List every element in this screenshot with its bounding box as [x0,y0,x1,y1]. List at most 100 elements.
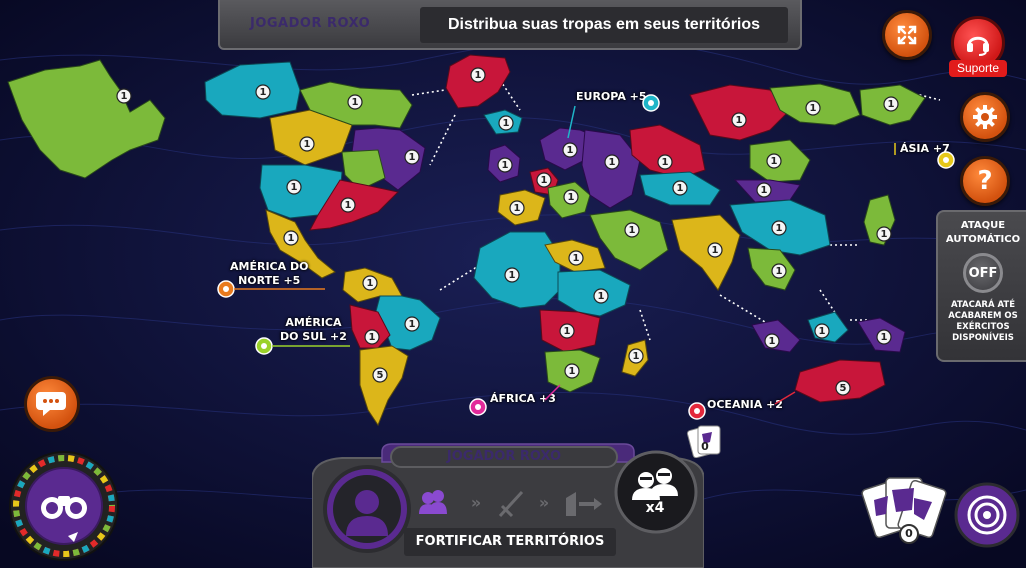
player-avatar [323,465,411,553]
troop-count: 1 [633,351,640,362]
troop-marker-ontario[interactable]: 1 [347,94,363,110]
troop-marker-ukraine[interactable]: 1 [604,154,620,170]
troop-marker-peru[interactable]: 1 [364,329,380,345]
overview-button[interactable] [6,448,122,564]
troops-button[interactable] [614,450,698,534]
troop-count: 1 [352,97,359,108]
expand-icon [897,25,917,45]
troop-count: 1 [810,103,817,114]
troop-marker-western-europe[interactable]: 1 [509,200,525,216]
troop-marker-quebec[interactable]: 1 [404,149,420,165]
troop-count: 1 [304,139,311,150]
troop-count: 1 [629,225,636,236]
continent-label-south-america: AMÉRICA DO SUL +2 [280,316,347,344]
available-troops-count: x4 [645,500,665,516]
troop-marker-great-britain[interactable]: 1 [497,157,513,173]
settings-button[interactable] [960,92,1010,142]
troop-count: 1 [514,203,521,214]
troop-marker-ural[interactable]: 1 [657,154,673,170]
phase-arrow-icon: » [539,493,549,512]
territory-india[interactable] [671,214,741,291]
territory-western-australia[interactable] [794,359,886,403]
troop-marker-alberta[interactable]: 1 [299,136,315,152]
attack-sword-icon [498,490,524,518]
territory-northwest-territory[interactable] [204,61,301,119]
troop-marker-new-guinea[interactable]: 1 [814,323,830,339]
troop-marker-iceland[interactable]: 1 [498,115,514,131]
troop-count: 1 [819,326,826,337]
fullscreen-button[interactable] [882,10,932,60]
troop-marker-greenland[interactable]: 1 [470,67,486,83]
troop-marker-western-us[interactable]: 1 [286,179,302,195]
territory-alaska[interactable] [7,59,166,179]
troop-count: 1 [288,233,295,244]
troop-marker-madagascar[interactable]: 1 [628,348,644,364]
troop-marker-eastern-us[interactable]: 1 [340,197,356,213]
troop-count: 1 [345,200,352,211]
territory-argentina[interactable] [359,345,409,427]
troop-count: 5 [840,383,847,394]
troop-count: 1 [409,152,416,163]
troop-marker-china[interactable]: 1 [771,220,787,236]
troop-marker-japan[interactable]: 1 [876,226,892,242]
troop-marker-north-africa[interactable]: 1 [504,267,520,283]
troop-count: 1 [662,157,669,168]
troop-marker-east-africa[interactable]: 1 [593,288,609,304]
troop-marker-southern-europe[interactable]: 1 [563,189,579,205]
troop-marker-egypt[interactable]: 1 [568,250,584,266]
troop-marker-india[interactable]: 1 [707,242,723,258]
current-player-name: JOGADOR ROXO [250,16,371,31]
troop-marker-middle-east[interactable]: 1 [624,222,640,238]
troop-count: 1 [569,366,576,377]
troop-marker-northwest-territory[interactable]: 1 [255,84,271,100]
troop-count: 1 [888,99,895,110]
chat-button[interactable] [24,376,80,432]
troop-marker-siberia[interactable]: 1 [731,112,747,128]
troop-count: 1 [609,157,616,168]
troop-count: 1 [564,326,571,337]
continent-label-asia: ÁSIA +7 [900,142,950,156]
troop-count: 1 [736,115,743,126]
territory-east-africa[interactable] [557,269,631,317]
deploy-troops-icon [419,490,447,514]
troop-count: 1 [503,118,510,129]
troop-marker-irkutsk[interactable]: 1 [766,153,782,169]
territory-ural[interactable] [629,124,706,179]
help-button[interactable]: ? [960,156,1010,206]
fortify-icon [566,492,602,516]
troop-marker-mongolia[interactable]: 1 [756,182,772,198]
continent-name-line1: EUROPA +5 [576,90,647,103]
troop-marker-siam[interactable]: 1 [771,263,787,279]
troop-marker-yakutsk[interactable]: 1 [805,100,821,116]
support-label[interactable]: Suporte [949,60,1007,77]
troop-count: 1 [260,87,267,98]
troop-count: 1 [771,156,778,167]
troop-marker-indonesia[interactable]: 1 [764,333,780,349]
troop-count: 1 [475,70,482,81]
troop-count: 1 [712,245,719,256]
troop-marker-eastern-australia[interactable]: 1 [876,329,892,345]
troop-count: 5 [377,370,384,381]
troop-count: 1 [567,145,574,156]
troop-marker-scandinavia[interactable]: 1 [562,142,578,158]
troop-marker-argentina[interactable]: 5 [372,367,388,383]
troop-marker-northern-europe[interactable]: 1 [536,172,552,188]
troop-marker-venezuela[interactable]: 1 [362,275,378,291]
troop-count: 1 [409,319,416,330]
troop-marker-central-america[interactable]: 1 [283,230,299,246]
troop-marker-brazil[interactable]: 1 [404,316,420,332]
troop-marker-afghanistan[interactable]: 1 [672,180,688,196]
troop-marker-south-africa[interactable]: 1 [564,363,580,379]
territory-siam[interactable] [747,247,796,291]
objective-button[interactable] [954,482,1020,548]
troop-marker-western-australia[interactable]: 5 [835,380,851,396]
continent-name-line1: AMÉRICA DO [230,260,309,273]
troop-count: 1 [881,332,888,343]
troop-marker-kamchatka[interactable]: 1 [883,96,899,112]
troop-count: 1 [291,182,298,193]
continent-label-europe: EUROPA +5 [576,90,647,104]
auto-attack-toggle[interactable]: OFF [963,253,1003,293]
bottom-player-name: JOGADOR ROXO [390,446,618,468]
troop-marker-congo[interactable]: 1 [559,323,575,339]
troop-marker-alaska[interactable]: 1 [116,88,132,104]
